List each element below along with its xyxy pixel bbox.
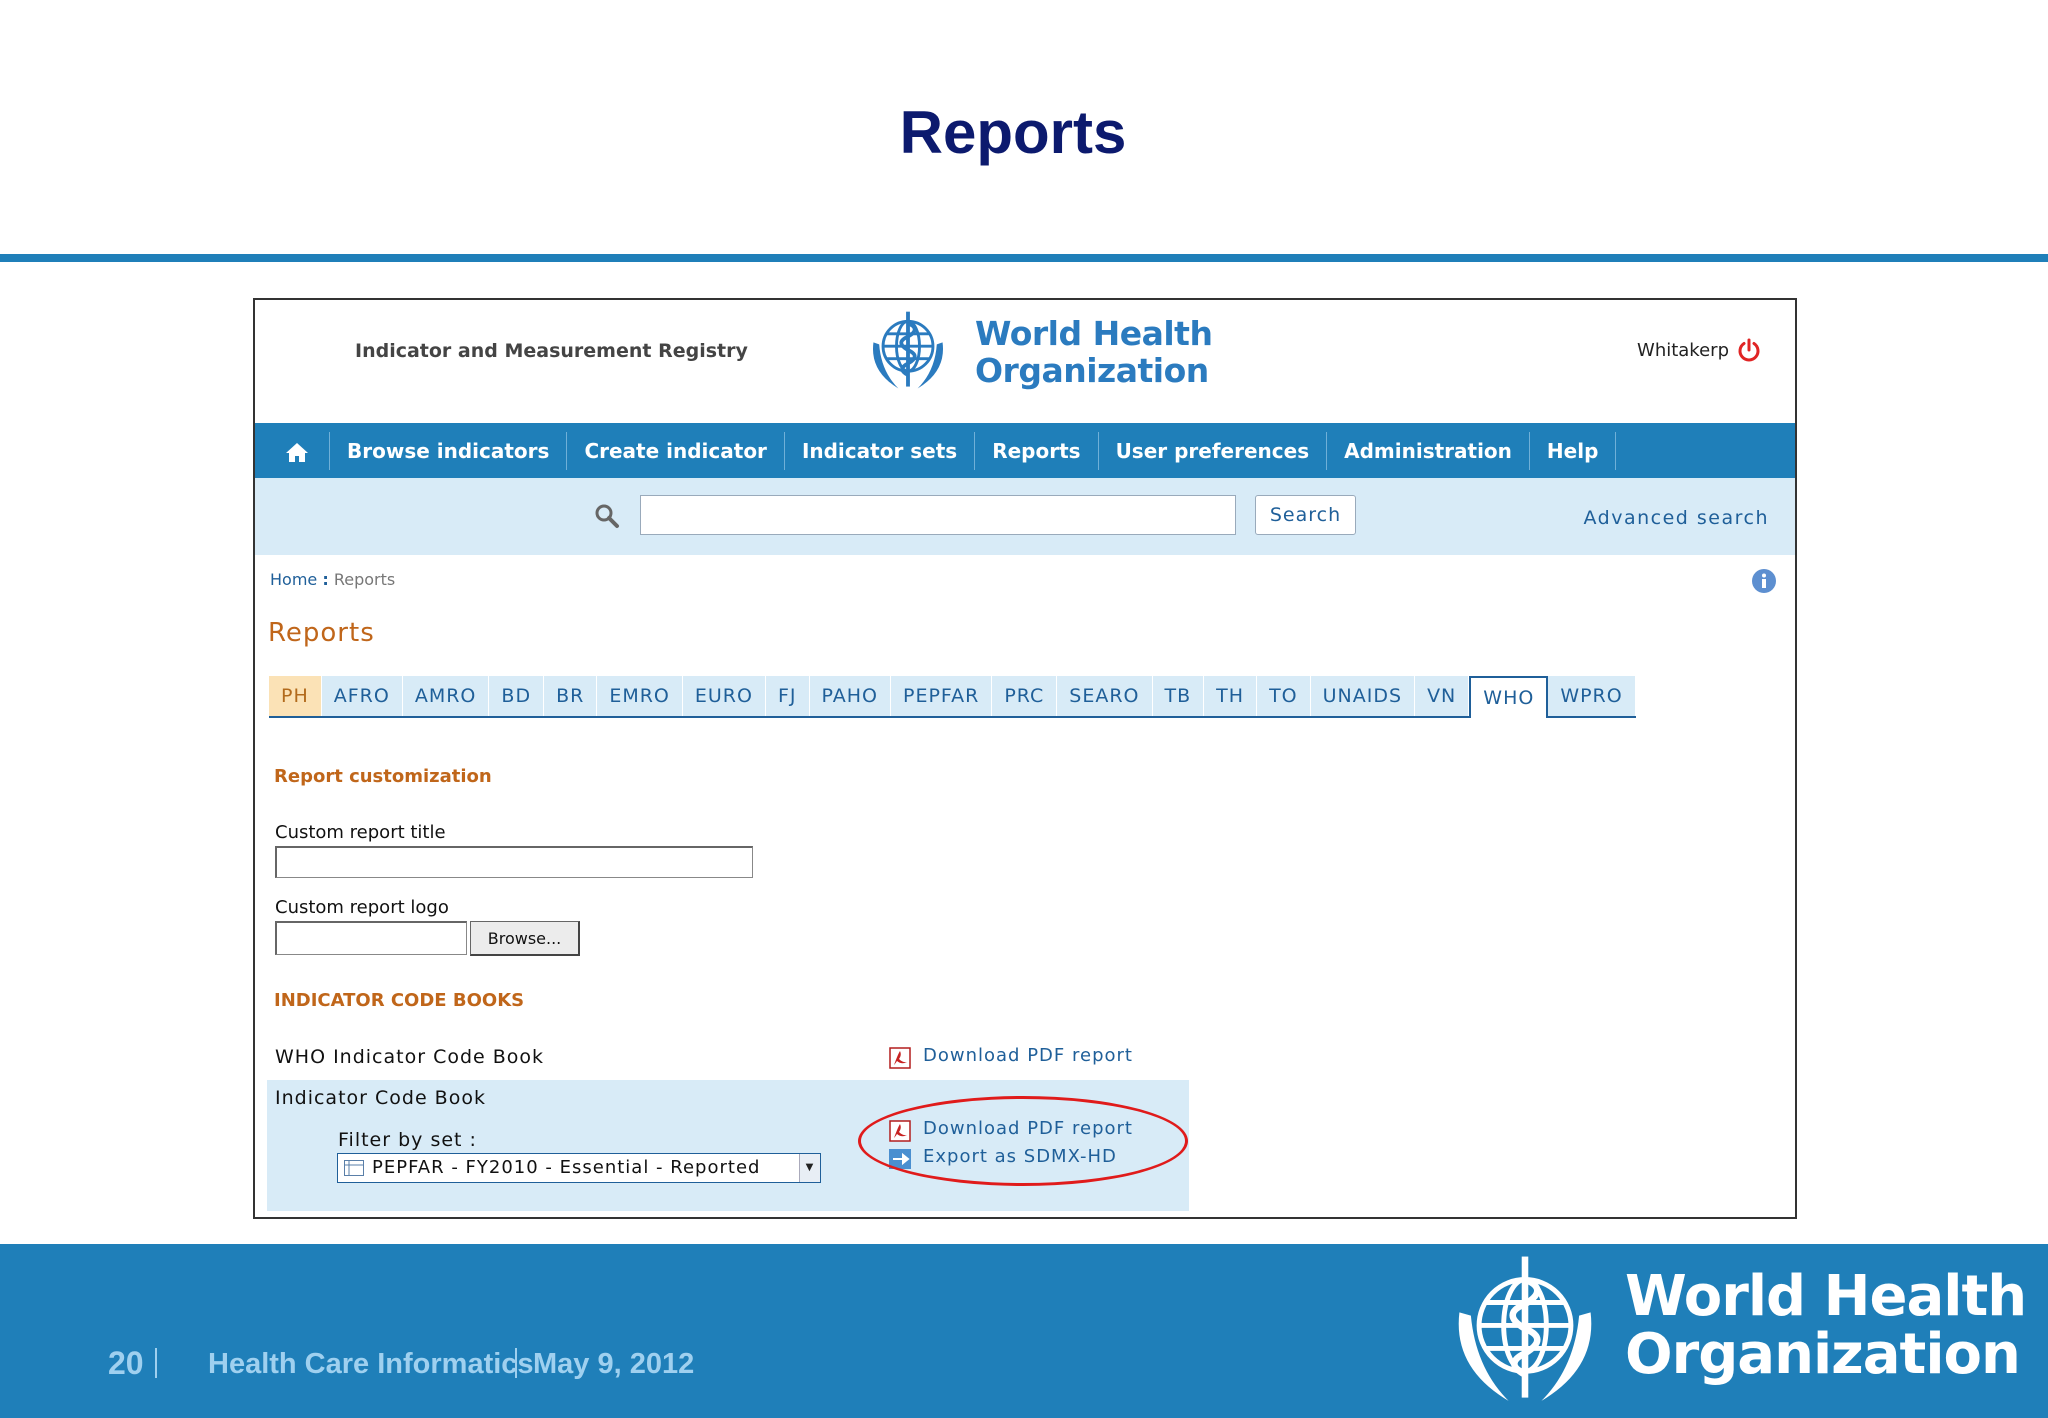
who-code-book-download-pdf-link[interactable]: Download PDF report	[923, 1045, 1133, 1066]
nav-reports[interactable]: Reports	[975, 431, 1099, 470]
region-tabs: PH AFRO AMRO BD BR EMRO EURO FJ PAHO PEP…	[269, 676, 1636, 718]
tab-afro[interactable]: AFRO	[321, 676, 403, 716]
nav-user-preferences[interactable]: User preferences	[1099, 431, 1328, 470]
breadcrumb-current: Reports	[333, 570, 396, 589]
main-nav: Browse indicators Create indicator Indic…	[255, 423, 1795, 478]
footer-course: Health Care Informatics	[208, 1348, 534, 1380]
logo-line1: World Health	[975, 314, 1213, 353]
power-icon[interactable]	[1737, 338, 1761, 362]
breadcrumb: Home : Reports	[270, 570, 395, 589]
app-name: Indicator and Measurement Registry	[355, 340, 748, 362]
custom-logo-label: Custom report logo	[275, 897, 449, 918]
breadcrumb-separator: :	[322, 570, 329, 589]
chevron-down-icon[interactable]: ▼	[799, 1154, 820, 1182]
tab-paho[interactable]: PAHO	[809, 676, 891, 716]
footer-date: May 9, 2012	[533, 1348, 695, 1380]
code-book-download-pdf-link[interactable]: Download PDF report	[923, 1118, 1133, 1139]
nav-create-indicator[interactable]: Create indicator	[567, 431, 785, 470]
list-icon	[344, 1160, 364, 1176]
pdf-icon	[889, 1120, 911, 1142]
page-number: 20	[108, 1345, 144, 1381]
tab-unaids[interactable]: UNAIDS	[1310, 676, 1416, 716]
page-heading: Reports	[268, 618, 375, 648]
tab-euro[interactable]: EURO	[682, 676, 766, 716]
tab-pepfar[interactable]: PEPFAR	[891, 676, 993, 716]
tab-amro[interactable]: AMRO	[402, 676, 490, 716]
nav-help[interactable]: Help	[1530, 431, 1617, 470]
export-arrow-icon	[889, 1149, 911, 1169]
export-sdmx-hd-link[interactable]: Export as SDMX-HD	[923, 1146, 1117, 1167]
custom-title-input[interactable]	[275, 846, 753, 878]
app-header: Indicator and Measurement Registry World…	[255, 300, 1795, 423]
filter-by-set-value: PEPFAR - FY2010 - Essential - Reported	[372, 1157, 761, 1178]
footer-separator	[515, 1348, 517, 1378]
tab-fj[interactable]: FJ	[765, 676, 810, 716]
footer-separator	[155, 1348, 157, 1378]
footer-logo-line2: Organization	[1625, 1322, 2021, 1387]
tab-vn[interactable]: VN	[1415, 676, 1470, 716]
tab-th[interactable]: TH	[1204, 676, 1258, 716]
tab-to[interactable]: TO	[1257, 676, 1311, 716]
tab-prc[interactable]: PRC	[992, 676, 1058, 716]
breadcrumb-home[interactable]: Home	[270, 570, 317, 589]
tab-wpro[interactable]: WPRO	[1548, 676, 1636, 716]
info-icon[interactable]	[1751, 568, 1777, 594]
slide-title: Reports	[899, 99, 1127, 166]
logo-line2: Organization	[975, 351, 1209, 390]
code-book-label: Indicator Code Book	[275, 1087, 486, 1109]
who-logo-text: World Health Organization	[975, 314, 1213, 390]
tab-searo[interactable]: SEARO	[1057, 676, 1153, 716]
filter-by-set-select[interactable]: PEPFAR - FY2010 - Essential - Reported ▼	[337, 1153, 821, 1183]
tab-bd[interactable]: BD	[489, 676, 545, 716]
nav-indicator-sets[interactable]: Indicator sets	[785, 431, 976, 470]
advanced-search-link[interactable]: Advanced search	[1583, 507, 1769, 529]
username: Whitakerp	[1637, 339, 1729, 361]
who-emblem-icon	[1458, 1256, 1592, 1401]
filter-by-set-label: Filter by set :	[338, 1129, 477, 1151]
footer-logo-line1: World Health	[1625, 1264, 2027, 1329]
user-box: Whitakerp	[1637, 338, 1761, 362]
tab-who[interactable]: WHO	[1469, 676, 1549, 718]
custom-title-label: Custom report title	[275, 822, 446, 843]
tab-tb[interactable]: TB	[1152, 676, 1205, 716]
tab-ph[interactable]: PH	[269, 676, 322, 716]
tab-emro[interactable]: EMRO	[597, 676, 683, 716]
home-icon	[286, 443, 308, 462]
who-emblem-icon	[860, 304, 956, 404]
nav-browse-indicators[interactable]: Browse indicators	[330, 431, 568, 470]
tab-br[interactable]: BR	[544, 676, 598, 716]
nav-home[interactable]	[255, 431, 330, 470]
app-screenshot: Indicator and Measurement Registry World…	[253, 298, 1797, 1219]
title-divider	[0, 254, 2048, 262]
footer-logo-text: World Health Organization	[1625, 1264, 2027, 1387]
code-books-heading: INDICATOR CODE BOOKS	[274, 990, 525, 1011]
search-bar: Search Advanced search	[255, 478, 1795, 555]
search-input[interactable]	[640, 495, 1236, 535]
report-customization-heading: Report customization	[274, 766, 492, 787]
search-button[interactable]: Search	[1255, 495, 1356, 535]
custom-logo-input[interactable]	[275, 921, 467, 955]
nav-administration[interactable]: Administration	[1327, 431, 1530, 470]
pdf-icon	[889, 1047, 911, 1069]
who-code-book-label: WHO Indicator Code Book	[275, 1046, 545, 1068]
slide-footer: 20 Health Care Informatics May 9, 2012 W…	[0, 1244, 2048, 1418]
search-icon	[595, 504, 619, 528]
browse-button[interactable]: Browse...	[470, 921, 580, 956]
